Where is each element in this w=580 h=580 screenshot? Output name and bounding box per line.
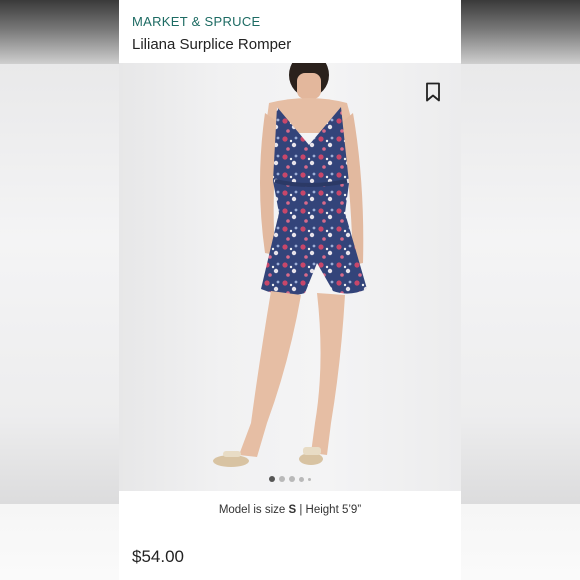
bookmark-icon[interactable]: [425, 82, 441, 102]
model-height: 5’9”: [341, 504, 362, 516]
backdrop-left: [0, 0, 119, 580]
model-info: Model is size S | Height 5’9”: [119, 504, 461, 516]
product-card: MARKET & SPRUCE Liliana Surplice Romper: [119, 0, 461, 580]
carousel-dot[interactable]: [279, 476, 285, 482]
carousel-dot-active[interactable]: [269, 476, 275, 482]
product-price: $54.00: [132, 547, 184, 566]
brand-name[interactable]: MARKET & SPRUCE: [132, 14, 261, 29]
model-size: S: [288, 504, 297, 516]
carousel-indicators: [119, 476, 461, 482]
backdrop-right: [461, 0, 580, 580]
carousel-dot[interactable]: [299, 476, 304, 482]
model-info-separator: | Height: [296, 504, 342, 516]
product-title: Liliana Surplice Romper: [132, 36, 292, 53]
carousel-dot[interactable]: [289, 476, 295, 482]
carousel-dot[interactable]: [308, 477, 311, 481]
product-image: [213, 63, 367, 467]
model-info-prefix: Model is size: [218, 504, 289, 516]
product-image-carousel[interactable]: [119, 63, 461, 491]
